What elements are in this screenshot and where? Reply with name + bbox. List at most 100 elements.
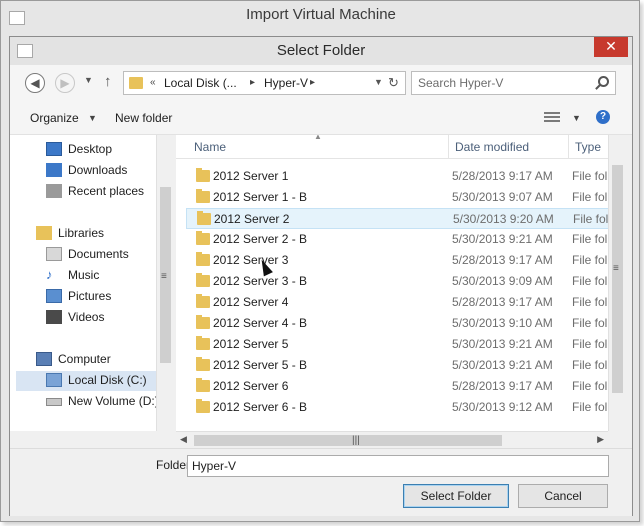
nav-item-label: Videos — [68, 310, 105, 324]
nav-item-label: New Volume (D:) — [68, 394, 159, 408]
dialog-titlebar[interactable]: Select Folder ✕ — [10, 37, 632, 65]
nav-item-label: Local Disk (C:) — [68, 373, 147, 387]
help-icon[interactable]: ? — [596, 110, 610, 124]
import-vm-window-frame: Import Virtual Machine Select Folder ✕ ◀… — [0, 0, 640, 522]
column-header-type[interactable]: Type — [575, 140, 601, 154]
pictures-icon — [46, 289, 62, 303]
row-type: File fol — [573, 212, 608, 226]
row-date: 5/30/2013 9:21 AM — [452, 358, 553, 372]
row-name: 2012 Server 6 — [213, 379, 289, 393]
nav-pane-scrollbar[interactable]: ≡ — [156, 135, 173, 431]
folder-icon — [196, 168, 210, 182]
navigation-pane: Desktop Downloads Recent places Librarie… — [10, 135, 173, 431]
breadcrumb-local-disk[interactable]: Local Disk (... — [164, 76, 237, 90]
organize-dropdown-icon[interactable]: ▼ — [88, 113, 97, 123]
desktop-icon — [46, 142, 62, 156]
nav-item-desktop[interactable]: Desktop — [46, 140, 156, 160]
view-options-dropdown-icon[interactable]: ▼ — [572, 113, 581, 123]
folder-icon — [196, 357, 210, 371]
column-header-name[interactable]: Name — [194, 140, 226, 154]
row-name: 2012 Server 4 - B — [213, 316, 308, 330]
row-date: 5/30/2013 9:20 AM — [453, 212, 554, 226]
folder-icon — [196, 252, 210, 266]
table-row[interactable]: 2012 Server 3 5/28/2013 9:17 AM File fol — [186, 250, 608, 271]
row-name: 2012 Server 3 - B — [213, 274, 308, 288]
table-row[interactable]: 2012 Server 2 5/30/2013 9:20 AM File fol — [186, 208, 608, 229]
table-row[interactable]: 2012 Server 5 - B 5/30/2013 9:21 AM File f… — [186, 355, 608, 376]
nav-item-label: Music — [68, 268, 100, 282]
nav-item-downloads[interactable]: Downloads — [46, 161, 156, 181]
table-row[interactable]: 2012 Server 6 - B 5/30/2013 9:12 AM File f… — [186, 397, 608, 418]
folder-icon — [196, 336, 210, 350]
row-name: 2012 Server 2 - B — [213, 232, 308, 246]
organize-button[interactable]: Organize — [30, 111, 79, 125]
nav-item-new-volume-d[interactable]: New Volume (D:) — [46, 392, 159, 412]
column-divider[interactable] — [568, 135, 569, 159]
address-bar[interactable]: « Local Disk (... ▸ Hyper-V ▸ ▼ ↻ — [123, 71, 406, 95]
row-date: 5/30/2013 9:12 AM — [452, 400, 553, 414]
refresh-icon[interactable]: ↻ — [388, 75, 399, 91]
nav-item-label: Pictures — [68, 289, 112, 303]
table-row[interactable]: 2012 Server 6 5/28/2013 9:17 AM File fol — [186, 376, 608, 397]
change-view-icon[interactable] — [544, 112, 560, 124]
scroll-right-icon[interactable]: ▶ — [597, 434, 604, 445]
import-vm-window-title: Import Virtual Machine — [246, 6, 396, 23]
folder-icon — [129, 77, 143, 89]
table-row[interactable]: 2012 Server 4 5/28/2013 9:17 AM File fol — [186, 292, 608, 313]
nav-item-label: Desktop — [68, 142, 113, 156]
forward-button[interactable]: ▶ — [55, 73, 75, 93]
up-arrow-icon[interactable]: ↑ — [104, 73, 112, 90]
select-folder-dialog: Select Folder ✕ ◀ ▶ ▼ ↑ « Local Disk (..… — [9, 36, 633, 516]
folder-icon — [197, 211, 211, 225]
scroll-left-icon[interactable]: ◀ — [180, 434, 187, 445]
row-type: File fol — [572, 169, 608, 183]
folder-name-input[interactable] — [187, 455, 609, 477]
breadcrumb-overflow[interactable]: « — [150, 77, 156, 88]
column-divider[interactable] — [448, 135, 449, 159]
row-type: File fol — [572, 295, 608, 309]
file-list-vertical-scrollbar[interactable]: ≡ — [608, 135, 625, 431]
nav-item-recent-places[interactable]: Recent places — [46, 182, 156, 202]
downloads-icon — [46, 163, 62, 177]
row-type: File fol — [572, 337, 608, 351]
new-folder-button[interactable]: New folder — [115, 111, 172, 125]
search-icon[interactable] — [598, 76, 609, 87]
outer-window: alb Import Virtual Machine Select Folder… — [0, 0, 644, 526]
nav-item-label: Recent places — [68, 184, 145, 198]
close-button[interactable]: ✕ — [594, 37, 628, 57]
column-header-date-modified[interactable]: Date modified — [455, 140, 529, 154]
recent-locations-dropdown-icon[interactable]: ▼ — [84, 75, 93, 85]
table-row[interactable]: 2012 Server 5 5/30/2013 9:21 AM File fol — [186, 334, 608, 355]
nav-item-videos[interactable]: Videos — [46, 308, 156, 328]
row-type: File fol — [572, 316, 608, 330]
row-type: File fol — [572, 190, 608, 204]
nav-item-local-disk-c[interactable]: Local Disk (C:) — [16, 371, 156, 391]
address-dropdown-icon[interactable]: ▼ — [374, 77, 383, 87]
vertical-scrollbar-thumb[interactable] — [612, 165, 623, 393]
row-date: 5/28/2013 9:17 AM — [452, 295, 553, 309]
search-input[interactable] — [418, 75, 588, 91]
horizontal-scrollbar-thumb[interactable]: ||| — [194, 435, 502, 446]
row-date: 5/30/2013 9:21 AM — [452, 337, 553, 351]
nav-item-documents[interactable]: Documents — [46, 245, 156, 265]
back-button[interactable]: ◀ — [25, 73, 45, 93]
breadcrumb-separator[interactable]: ▸ — [310, 77, 315, 88]
search-box[interactable] — [411, 71, 616, 95]
select-folder-button[interactable]: Select Folder — [403, 484, 509, 508]
table-row[interactable]: 2012 Server 1 - B 5/30/2013 9:07 AM File f… — [186, 187, 608, 208]
nav-item-label: Downloads — [68, 163, 128, 177]
nav-item-music[interactable]: ♪ Music — [46, 266, 156, 286]
nav-item-pictures[interactable]: Pictures — [46, 287, 156, 307]
table-row[interactable]: 2012 Server 2 - B 5/30/2013 9:21 AM File f… — [186, 229, 608, 250]
table-row[interactable]: 2012 Server 1 5/28/2013 9:17 AM File fol — [186, 166, 608, 187]
cancel-button[interactable]: Cancel — [518, 484, 608, 508]
nav-item-computer[interactable]: Computer — [36, 350, 156, 370]
nav-item-libraries[interactable]: Libraries — [36, 224, 156, 244]
table-row[interactable]: 2012 Server 3 - B 5/30/2013 9:09 AM File f… — [186, 271, 608, 292]
table-row[interactable]: 2012 Server 4 - B 5/30/2013 9:10 AM File f… — [186, 313, 608, 334]
breadcrumb-hyper-v[interactable]: Hyper-V — [264, 76, 308, 90]
file-list-horizontal-scrollbar[interactable]: ◀ ||| ▶ — [176, 431, 608, 448]
folder-icon — [196, 231, 210, 245]
recent-places-icon — [46, 184, 62, 198]
breadcrumb-separator[interactable]: ▸ — [250, 77, 255, 88]
